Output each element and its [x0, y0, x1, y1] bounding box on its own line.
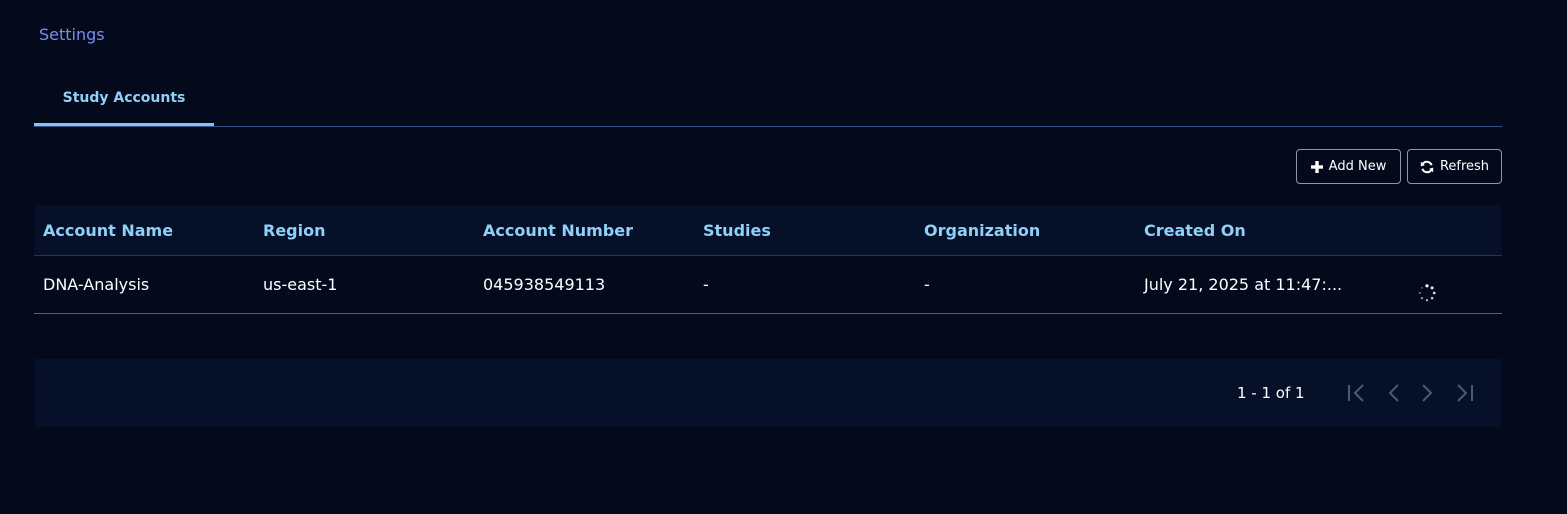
table-row[interactable]: DNA-Analysis us-east-1 045938549113 - - …	[34, 256, 1502, 314]
cell-created-on: July 21, 2025 at 11:47:...	[1144, 275, 1343, 294]
column-header-region[interactable]: Region	[263, 205, 326, 255]
study-accounts-table: Account Name Region Account Number Studi…	[34, 205, 1502, 314]
cell-account-number: 045938549113	[483, 275, 606, 294]
column-header-organization[interactable]: Organization	[924, 205, 1040, 255]
next-page-icon[interactable]	[1415, 381, 1439, 405]
column-header-account-name[interactable]: Account Name	[43, 205, 173, 255]
tab-bar: Study Accounts	[34, 72, 1502, 127]
plus-icon	[1310, 160, 1323, 173]
last-page-icon[interactable]	[1452, 381, 1476, 405]
previous-page-icon[interactable]	[1382, 381, 1406, 405]
loading-spinner-icon[interactable]	[1418, 284, 1436, 302]
add-new-button[interactable]: Add New	[1296, 149, 1401, 184]
refresh-icon	[1420, 160, 1434, 173]
settings-page: Settings Study Accounts Add New Refresh …	[0, 0, 1567, 514]
table-header: Account Name Region Account Number Studi…	[34, 205, 1502, 256]
cell-account-name: DNA-Analysis	[43, 275, 150, 294]
column-header-studies[interactable]: Studies	[703, 205, 771, 255]
refresh-label: Refresh	[1439, 159, 1490, 174]
cell-studies: -	[703, 275, 709, 294]
add-new-label: Add New	[1328, 159, 1387, 174]
cell-organization: -	[924, 275, 930, 294]
cell-region: us-east-1	[263, 275, 338, 294]
breadcrumb-settings[interactable]: Settings	[39, 25, 105, 44]
column-header-account-number[interactable]: Account Number	[483, 205, 633, 255]
pagination-bar: 1 - 1 of 1	[34, 359, 1502, 427]
tab-study-accounts[interactable]: Study Accounts	[34, 72, 214, 126]
refresh-button[interactable]: Refresh	[1407, 149, 1502, 184]
pagination-range: 1 - 1 of 1	[1237, 384, 1305, 402]
column-header-created-on[interactable]: Created On	[1144, 205, 1246, 255]
first-page-icon[interactable]	[1345, 381, 1369, 405]
